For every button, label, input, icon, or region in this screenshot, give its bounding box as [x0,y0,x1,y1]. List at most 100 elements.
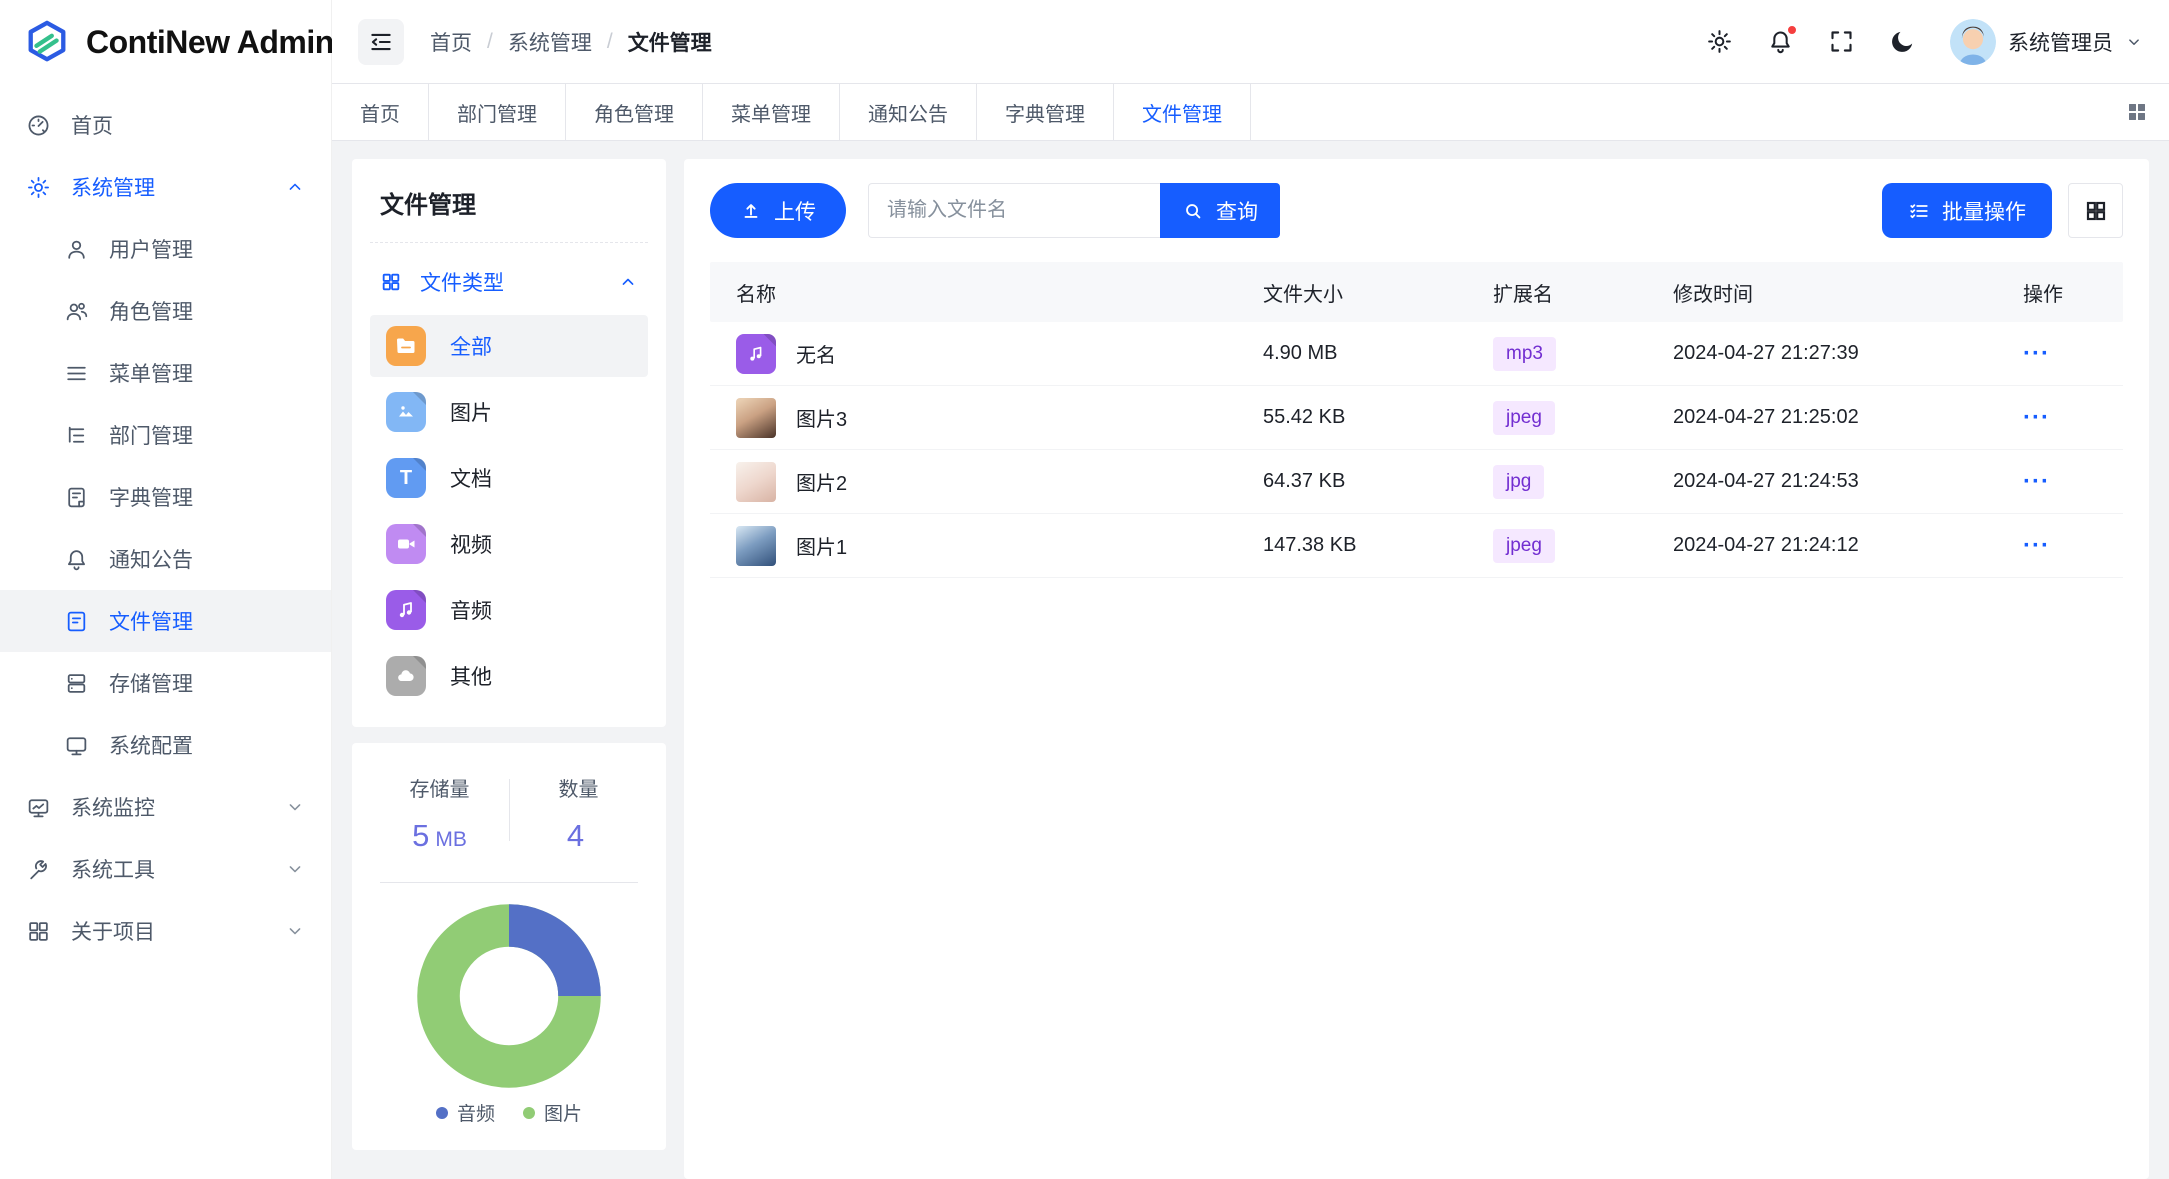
sidebar-group-about-project[interactable]: 关于项目 [0,900,331,962]
table-header: 名称 文件大小 扩展名 修改时间 操作 [710,262,2123,322]
filetype-item-doc[interactable]: T 文档 [370,447,648,509]
sidebar-item-user-mgmt[interactable]: 用户管理 [0,218,331,280]
monitor-chart-icon [26,795,51,820]
filetype-item-image[interactable]: 图片 [370,381,648,443]
filetype-item-all[interactable]: 全部 [370,315,648,377]
more-actions-button[interactable]: ··· [2023,340,2050,368]
file-table: 名称 文件大小 扩展名 修改时间 操作 无名 [710,262,2123,578]
fullscreen-icon[interactable] [1828,28,1855,55]
tab-file-mgmt[interactable]: 文件管理 [1114,84,1251,140]
grid-icon [26,919,51,944]
chevron-down-icon [285,859,305,879]
settings-icon[interactable] [1706,28,1733,55]
sidebar-item-label: 通知公告 [109,544,305,574]
filetype-label: 视频 [450,529,492,559]
tab-notice[interactable]: 通知公告 [840,84,977,140]
monitor-icon [64,733,89,758]
ext-badge: jpg [1493,465,1544,499]
moon-icon[interactable] [1889,28,1916,55]
cloud-file-icon [386,656,426,696]
table-row[interactable]: 图片2 64.37 KB jpg 2024-04-27 21:24:53 ··· [710,450,2123,514]
sidebar-group-system-monitor[interactable]: 系统监控 [0,776,331,838]
notification-dot [1786,24,1798,36]
checklist-icon [1908,200,1930,222]
sidebar-item-system-config[interactable]: 系统配置 [0,714,331,776]
legend-audio[interactable]: 音频 [436,1099,495,1126]
sidebar-item-notice[interactable]: 通知公告 [0,528,331,590]
more-actions-button[interactable]: ··· [2023,532,2050,560]
breadcrumb-system-mgmt[interactable]: 系统管理 [508,27,592,57]
toolbar: 上传 查询 [710,183,2123,238]
ext-badge: jpeg [1493,529,1555,563]
video-file-icon [386,524,426,564]
tab-menu-mgmt[interactable]: 菜单管理 [703,84,840,140]
col-header-time: 修改时间 [1673,278,2023,307]
dashboard-icon [26,113,51,138]
tab-dict-mgmt[interactable]: 字典管理 [977,84,1114,140]
sidebar-item-role-mgmt[interactable]: 角色管理 [0,280,331,342]
upload-icon [740,200,762,222]
file-time: 2024-04-27 21:27:39 [1673,342,2023,365]
content-area: 文件管理 文件类型 [332,141,2169,1179]
col-header-name: 名称 [710,278,1263,307]
sidebar-item-label: 用户管理 [109,234,305,264]
stats-divider [509,779,510,841]
bell-icon[interactable] [1767,28,1794,55]
sidebar-item-dict-mgmt[interactable]: 字典管理 [0,466,331,528]
grid-view-toggle[interactable] [2068,183,2123,238]
app-logo[interactable]: ContiNew Admin [0,0,331,84]
file-name: 图片2 [796,467,847,496]
table-row[interactable]: 图片1 147.38 KB jpeg 2024-04-27 21:24:12 ·… [710,514,2123,578]
sidebar-item-home[interactable]: 首页 [0,94,331,156]
sidebar-item-file-mgmt[interactable]: 文件管理 [0,590,331,652]
table-row[interactable]: 无名 4.90 MB mp3 2024-04-27 21:27:39 ··· [710,322,2123,386]
filetype-item-audio[interactable]: 音频 [370,579,648,641]
file-type-column: 文件管理 文件类型 [352,159,666,1179]
legend-dot-audio [436,1107,448,1119]
file-icon [64,609,89,634]
filetype-label: 图片 [450,397,492,427]
chevron-down-icon [285,797,305,817]
file-type-section-header[interactable]: 文件类型 [370,243,648,315]
logo-hexagon-icon [24,19,70,65]
stats-divider-horizontal [380,882,638,883]
filetype-item-video[interactable]: 视频 [370,513,648,575]
sidebar-group-system-tools[interactable]: 系统工具 [0,838,331,900]
chevron-up-icon [618,272,638,292]
file-time: 2024-04-27 21:24:53 [1673,470,2023,493]
sidebar-item-label: 存储管理 [109,668,305,698]
search-input[interactable] [868,183,1160,238]
table-row[interactable]: 图片3 55.42 KB jpeg 2024-04-27 21:25:02 ··… [710,386,2123,450]
user-menu[interactable]: 系统管理员 [1950,19,2143,65]
tab-list-grid-icon[interactable] [2125,84,2149,140]
avatar [1950,19,1996,65]
sidebar-item-storage-mgmt[interactable]: 存储管理 [0,652,331,714]
sidebar-group-system-mgmt[interactable]: 系统管理 [0,156,331,218]
tab-dept-mgmt[interactable]: 部门管理 [429,84,566,140]
file-size: 147.38 KB [1263,534,1493,557]
stat-count: 数量 4 [509,773,648,854]
filetype-label: 文档 [450,463,492,493]
folder-icon [386,326,426,366]
tab-role-mgmt[interactable]: 角色管理 [566,84,703,140]
mp3-file-icon [736,334,776,374]
sidebar-menu: 首页 系统管理 用户管理 [0,84,331,1179]
legend-image[interactable]: 图片 [523,1099,582,1126]
more-actions-button[interactable]: ··· [2023,404,2050,432]
filetype-item-other[interactable]: 其他 [370,645,648,707]
grid-icon [2084,199,2108,223]
sidebar-item-dept-mgmt[interactable]: 部门管理 [0,404,331,466]
header-actions: 系统管理员 [1706,19,2143,65]
breadcrumb-home[interactable]: 首页 [430,27,472,57]
page-tabs: 首页 部门管理 角色管理 菜单管理 通知公告 字典管理 文件管理 [332,84,2169,141]
batch-operation-button[interactable]: 批量操作 [1882,183,2052,238]
query-button[interactable]: 查询 [1160,183,1280,238]
sidebar-item-menu-mgmt[interactable]: 菜单管理 [0,342,331,404]
more-actions-button[interactable]: ··· [2023,468,2050,496]
sidebar-item-label: 部门管理 [109,420,305,450]
sidebar-collapse-button[interactable] [358,19,404,65]
tab-home[interactable]: 首页 [332,84,429,140]
upload-button[interactable]: 上传 [710,183,846,238]
file-size: 4.90 MB [1263,342,1493,365]
stat-storage: 存储量 5MB [370,773,509,854]
